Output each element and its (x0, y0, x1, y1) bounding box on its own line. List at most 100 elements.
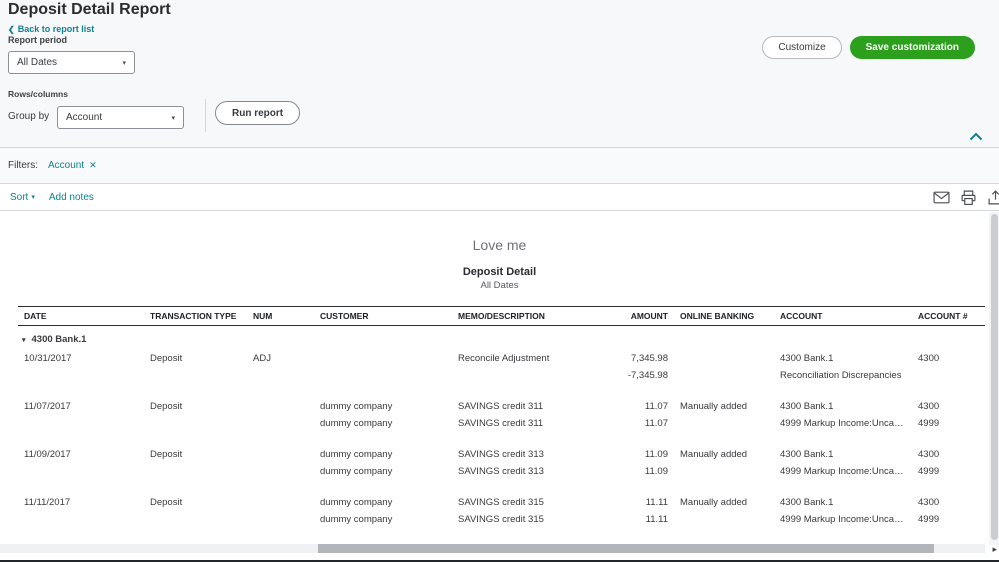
sort-menu[interactable]: Sort ▾ (10, 192, 35, 203)
cell-num (247, 415, 314, 432)
column-header-num: NUM (247, 306, 314, 326)
table-row[interactable]: dummy company SAVINGS credit 311 11.07 4999… (18, 415, 985, 432)
table-row[interactable]: 11/07/2017 Deposit dummy company SAVINGS cr… (18, 398, 985, 415)
scroll-right-arrow-icon[interactable]: ▸ (992, 544, 997, 554)
filters-label: Filters: (8, 160, 38, 171)
close-icon[interactable]: ✕ (89, 160, 97, 171)
rows-columns-label: Rows/columns (8, 89, 68, 99)
horizontal-scrollbar-thumb[interactable] (318, 544, 934, 553)
add-notes-label: Add notes (48, 191, 94, 203)
cell-memo-description: Reconcile Adjustment (458, 353, 550, 364)
run-report-button[interactable]: Run report (215, 101, 301, 125)
chevron-up-icon (969, 132, 983, 141)
cell-memo-description: SAVINGS credit 313 (458, 449, 544, 460)
cell-account: 4999 Markup Income:Uncategor... (780, 466, 912, 477)
cell-num (247, 398, 314, 415)
cell-customer (314, 350, 452, 367)
export-icon[interactable] (987, 189, 999, 206)
cell-date: 11/07/2017 (24, 401, 71, 412)
cell-customer: dummy company (320, 418, 393, 429)
filter-chip-label: Account (48, 160, 85, 171)
cell-online-banking (674, 463, 774, 480)
cell-account-number (912, 367, 985, 384)
back-link-label: Back to report list (17, 24, 95, 34)
cell-memo-description (452, 367, 584, 384)
cell-memo-description: SAVINGS credit 313 (458, 466, 544, 477)
horizontal-scrollbar[interactable] (0, 544, 985, 553)
report-card: Love me Deposit Detail All Dates DATE TRA… (0, 211, 999, 528)
report-toolbar: Sort ▾ Add notes (0, 184, 999, 211)
table-row[interactable]: -7,345.98 Reconciliation Discrepancies (18, 367, 985, 384)
report-period-value: All Dates (17, 57, 58, 68)
cell-account: 4300 Bank.1 (780, 401, 834, 412)
column-header-online-banking: ONLINE BANKING (674, 306, 774, 326)
filter-chip-account[interactable]: Account ✕ (48, 160, 97, 171)
cell-memo-description: SAVINGS credit 315 (458, 514, 544, 525)
cell-customer: dummy company (320, 497, 393, 508)
cell-date: 11/11/2017 (24, 497, 71, 508)
group-by-dropdown[interactable]: Account ▾ (57, 106, 184, 129)
deposit-detail-report-page: Deposit Detail Report ❮ Back to report l… (0, 0, 999, 562)
column-header-account-number: ACCOUNT # (912, 306, 985, 326)
cell-memo-description: SAVINGS credit 315 (458, 497, 544, 508)
cell-transaction-type: Deposit (150, 497, 183, 508)
cell-account-number: 4300 (918, 449, 940, 460)
cell-online-banking (674, 350, 774, 367)
cell-customer: dummy company (320, 449, 393, 460)
cell-customer (314, 367, 452, 384)
company-name: Love me (472, 237, 527, 253)
cell-date (18, 367, 144, 384)
spacer-row (18, 384, 985, 398)
report-subtitle: All Dates (480, 280, 519, 291)
save-customization-button[interactable]: Save customization (849, 36, 975, 59)
caret-down-icon: ▾ (122, 59, 126, 67)
cell-customer: dummy company (320, 514, 393, 525)
report-period-label: Report period (8, 35, 68, 45)
column-header-customer: CUSTOMER (314, 306, 452, 326)
cell-online-banking: Manually added (680, 497, 748, 508)
group-by-label: Group by (8, 111, 50, 122)
sort-label: Sort (10, 191, 29, 203)
email-icon[interactable] (933, 189, 950, 206)
cell-amount: 11.07 (644, 401, 668, 412)
cell-date (18, 511, 144, 528)
table-row[interactable]: 11/09/2017 Deposit dummy company SAVINGS cr… (18, 446, 985, 463)
cell-num (247, 511, 314, 528)
table-row[interactable]: 11/11/2017 Deposit dummy company SAVINGS cr… (18, 494, 985, 511)
print-icon[interactable] (960, 189, 977, 206)
cell-transaction-type (144, 415, 247, 432)
caret-down-icon: ▾ (31, 194, 35, 201)
page-title: Deposit Detail Report (8, 1, 171, 18)
vertical-scrollbar-thumb[interactable] (991, 214, 998, 540)
add-notes-link[interactable]: Add notes (49, 192, 94, 203)
cell-amount: 7,345.98 (631, 353, 668, 364)
back-to-report-list-link[interactable]: ❮ Back to report list (8, 24, 94, 34)
collapse-panel-button[interactable] (967, 129, 985, 144)
triangle-down-icon: ▾ (22, 337, 26, 344)
cell-account-number: 4999 (918, 514, 940, 525)
column-header-date: DATE (18, 306, 144, 326)
cell-date (18, 415, 144, 432)
cell-num (247, 463, 314, 480)
table-row[interactable]: dummy company SAVINGS credit 315 11.11 4999… (18, 511, 985, 528)
vertical-scrollbar[interactable] (989, 212, 999, 545)
cell-transaction-type (144, 511, 247, 528)
cell-amount: 11.11 (645, 497, 668, 508)
cell-num: ADJ (253, 353, 271, 364)
table-row[interactable]: 10/31/2017 Deposit ADJ Reconcile Adjustment… (18, 350, 985, 367)
cell-account-number: 4999 (918, 418, 940, 429)
cell-customer: dummy company (320, 401, 393, 412)
table-row[interactable]: dummy company SAVINGS credit 313 11.09 4999… (18, 463, 985, 480)
report-table: DATE TRANSACTION TYPE NUM CUSTOMER MEMO/DESC… (18, 306, 985, 528)
report-period-dropdown[interactable]: All Dates ▾ (8, 51, 135, 74)
cell-num (247, 494, 314, 511)
cell-online-banking (674, 367, 774, 384)
cell-amount: -7,345.98 (627, 370, 668, 381)
cell-online-banking (674, 415, 774, 432)
customize-button[interactable]: Customize (762, 36, 842, 59)
cell-online-banking (674, 511, 774, 528)
column-header-memo-description: MEMO/DESCRIPTION (452, 306, 584, 326)
group-row-4300-bank[interactable]: ▾ 4300 Bank.1 (18, 326, 985, 351)
cell-amount: 11.07 (644, 418, 668, 429)
cell-date (18, 463, 144, 480)
